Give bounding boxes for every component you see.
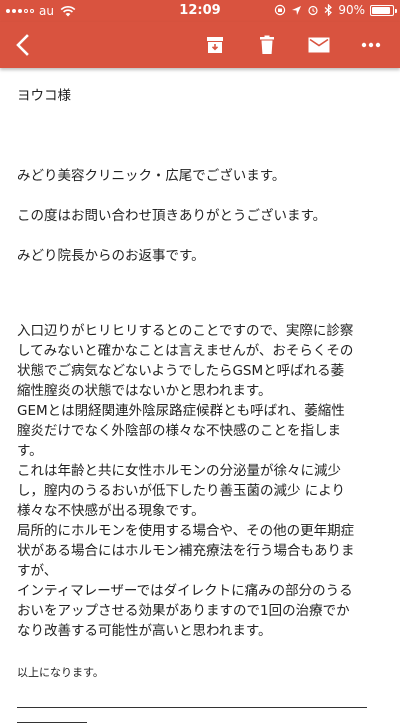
archive-button[interactable] <box>200 22 230 68</box>
closing-line: 以上になります。 <box>17 666 104 679</box>
email-body: ヨウコ様 みどり美容クリニック・広尾でございます。 この度はお問い合わせ頂きあり… <box>17 86 387 723</box>
trash-icon <box>260 35 274 54</box>
body-line: すが、 <box>17 563 58 579</box>
body-line: おいをアップさせる効果がありますので1回の治療でか <box>17 603 350 619</box>
mail-icon <box>308 37 330 53</box>
body-line: 局所的にホルモンを使用する場合や、その他の更年期症 <box>17 523 355 539</box>
salutation: ヨウコ様 <box>17 88 71 104</box>
body-line: 入口辺りがヒリヒリするとのことですので、実際に診察 <box>17 323 354 339</box>
body-line: 膣炎だけでなく外陰部の様々な不快感のことを指しま <box>17 423 341 439</box>
intro-line: みどり院長からのお返事です。 <box>17 248 205 264</box>
mark-unread-button[interactable] <box>304 22 334 68</box>
archive-icon <box>207 37 223 53</box>
greeting-line: みどり美容クリニック・広尾でございます。 <box>17 168 286 184</box>
body-line: してみないと確かなことは言えませんが、おそらくその <box>17 343 354 359</box>
body-line: 様々な不快感が出る現象です。 <box>17 503 205 519</box>
body-line: 状がある場合にはホルモン補充療法を行う場合もありま <box>17 543 355 559</box>
app-toolbar <box>0 22 400 68</box>
body-line: す。 <box>17 443 43 459</box>
alarm-icon <box>308 5 318 16</box>
battery-fill <box>372 6 390 14</box>
status-bar: au 12:09 90% <box>0 0 400 22</box>
body-line: これは年齢と共に女性ホルモンの分泌量が徐々に減少 <box>17 463 341 479</box>
body-line: インティマレーザーではダイレクトに痛みの部分のうる <box>17 583 353 599</box>
back-button[interactable] <box>8 22 38 68</box>
battery-percent: 90% <box>338 3 365 17</box>
body-line: 状態でご病気などないようでしたらGSMと呼ばれる萎 <box>17 363 345 379</box>
back-arrow-icon <box>16 34 29 56</box>
location-icon <box>292 5 302 15</box>
status-right: 90% <box>274 3 397 17</box>
battery-icon <box>370 4 397 16</box>
message-body: 入口辺りがヒリヒリするとのことですので、実際に診察 してみないと確かなことは言え… <box>17 321 387 641</box>
bluetooth-icon <box>324 4 333 16</box>
thanks-line: この度はお問い合わせ頂きありがとうございます。 <box>17 208 327 224</box>
more-options-button[interactable] <box>356 22 386 68</box>
delete-button[interactable] <box>254 22 280 68</box>
body-line: し，膣内のうるおいが低下したり善玉菌の減少 により <box>17 483 346 499</box>
body-line: 縮性膣炎の状態ではないかと思われます。 <box>17 383 272 399</box>
body-line: なり改善する可能性が高いと思われます。 <box>17 623 272 639</box>
more-icon <box>361 42 381 48</box>
body-line: GEMとは閉経関連外陰尿路症候群とも呼ばれ、萎縮性 <box>17 403 345 419</box>
orientation-lock-icon <box>275 4 286 16</box>
